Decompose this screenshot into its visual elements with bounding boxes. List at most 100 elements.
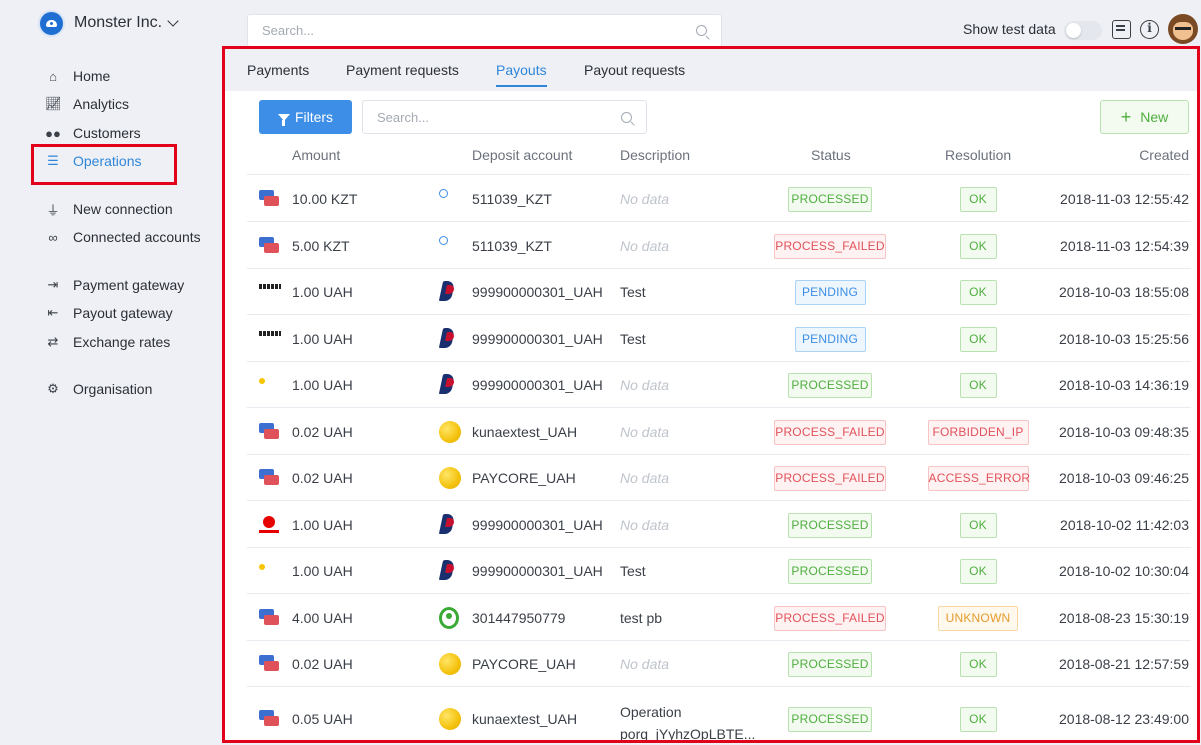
sidebar-item-connected-accounts[interactable]: ∞ Connected accounts [45, 227, 200, 247]
sidebar-item-payment-gateway[interactable]: ⇥ Payment gateway [45, 275, 185, 295]
resolution-badge: OK [959, 652, 997, 677]
resolution-badge: OK [959, 373, 997, 398]
sidebar-item-label: Home [73, 68, 111, 84]
info-icon[interactable]: i [1140, 20, 1159, 39]
sidebar-item-label: Organisation [73, 381, 153, 397]
description-cell: No data [620, 377, 670, 393]
org-name: Monster Inc. [74, 14, 163, 31]
table-row[interactable]: 0.02 UAH kunaextest_UAH No data PROCESS_FAI… [247, 407, 1191, 454]
tab-payout-requests[interactable]: Payout requests [584, 62, 685, 85]
lifecell-icon [259, 562, 281, 572]
status-badge: PROCESS_FAILED [774, 466, 886, 491]
table-row[interactable]: 1.00 UAH 999900000301_UAH Test PROCESSED OK 2… [247, 547, 1191, 593]
description-cell: No data [620, 190, 670, 207]
column-header-created[interactable]: Created [1139, 147, 1189, 163]
description-cell: Test [620, 284, 646, 300]
deposit-account-cell: 511039_KZT [472, 190, 552, 207]
tab-payouts[interactable]: Payouts [496, 62, 547, 87]
sidebar-item-analytics[interactable]: 📈︎ Analytics [45, 94, 129, 114]
sidebar-item-label: Payment gateway [73, 277, 185, 293]
show-test-data-toggle[interactable] [1064, 21, 1102, 40]
paypal-icon [439, 281, 459, 303]
tab-payments[interactable]: Payments [247, 62, 309, 85]
deposit-account-cell: 999900000301_UAH [472, 516, 603, 533]
org-logo-icon [38, 9, 65, 37]
payouts-content: Filters Search... + New Amount Deposit a… [247, 91, 1191, 742]
status-badge: PROCESSED [788, 707, 872, 732]
deposit-account-cell: 511039_KZT [472, 237, 552, 254]
description-cell: Operation porq_jYyhzOpLBTE... [620, 704, 756, 742]
deposit-account-cell: PAYCORE_UAH [472, 470, 576, 486]
sidebar-item-new-connection[interactable]: ⏚ New connection [45, 199, 173, 219]
sidebar-item-label: New connection [73, 201, 173, 217]
sidebar-item-home[interactable]: ⌂ Home [45, 66, 110, 86]
table-row[interactable]: 10.00 KZT 511039_KZT No data PROCESSED OK 201… [247, 174, 1191, 221]
table-row[interactable]: 1.00 UAH 999900000301_UAH No data PROCESSED… [247, 500, 1191, 547]
amount-cell: 5.00 KZT [292, 237, 350, 254]
amount-cell: 0.02 UAH [292, 656, 353, 672]
created-cell: 2018-10-02 10:30:04 [1059, 563, 1189, 579]
sidebar-item-operations[interactable]: ☰ Operations [45, 151, 141, 171]
sidebar: Monster Inc. ⌂ Home 📈︎ Analytics ●● Cust… [0, 0, 222, 745]
table-row[interactable]: 1.00 UAH 999900000301_UAH Test PENDING OK 201… [247, 314, 1191, 361]
table-row[interactable]: 0.02 UAH PAYCORE_UAH No data PROCESSED OK 201… [247, 640, 1191, 686]
table-row[interactable]: 0.05 UAH kunaextest_UAH Operation porq_jYy… [247, 686, 1191, 742]
avatar[interactable] [1168, 14, 1198, 44]
table-row[interactable]: 5.00 KZT 511039_KZT No data PROCESS_FAILED O… [247, 221, 1191, 268]
column-header-amount[interactable]: Amount [292, 147, 340, 163]
description-cell: No data [620, 656, 670, 672]
sidebar-item-payout-gateway[interactable]: ⇤ Payout gateway [45, 303, 173, 323]
org-switcher[interactable]: Monster Inc. [38, 9, 179, 37]
card-icon [259, 710, 279, 727]
payouts-search-input[interactable]: Search... [362, 100, 647, 134]
chat-icon[interactable] [1112, 20, 1131, 39]
users-icon: ●● [45, 125, 61, 141]
amount-cell: 4.00 UAH [292, 609, 353, 626]
created-cell: 2018-10-03 15:25:56 [1059, 330, 1189, 347]
created-cell: 2018-10-03 14:36:19 [1059, 377, 1189, 393]
deposit-account-cell: PAYCORE_UAH [472, 656, 576, 672]
table-row[interactable]: 1.00 UAH 999900000301_UAH Test PENDING OK 201… [247, 268, 1191, 314]
description-cell: test pb [620, 609, 663, 626]
column-header-description[interactable]: Description [620, 147, 690, 163]
exchange-icon: ⇄ [47, 334, 59, 349]
column-header-resolution[interactable]: Resolution [945, 147, 1011, 163]
column-header-deposit-account[interactable]: Deposit account [472, 147, 572, 163]
sidebar-item-exchange-rates[interactable]: ⇄ Exchange rates [45, 332, 171, 352]
sidebar-item-organisation[interactable]: ⚙ Organisation [45, 379, 152, 399]
deposit-account-cell: 999900000301_UAH [472, 330, 603, 347]
vodafone-icon [259, 515, 279, 538]
filters-label: Filters [294, 109, 334, 125]
plus-icon: + [1120, 107, 1132, 127]
column-header-status[interactable]: Status [811, 147, 851, 163]
amount-cell: 1.00 UAH [292, 284, 353, 300]
status-badge: PENDING [794, 326, 866, 352]
paypal-icon [439, 560, 459, 582]
new-button[interactable]: + New [1100, 100, 1189, 134]
coin-icon [439, 467, 461, 489]
card-icon [259, 469, 279, 486]
description-cell: No data [620, 470, 670, 486]
tab-payment-requests[interactable]: Payment requests [346, 62, 459, 85]
search-icon [621, 111, 632, 123]
filters-button[interactable]: Filters [259, 100, 352, 134]
coin-icon [439, 653, 461, 675]
amount-cell: 1.00 UAH [292, 516, 353, 533]
deposit-account-cell: 301447950779 [472, 609, 566, 626]
tabs: Payments Payment requests Payouts Payout… [225, 49, 1197, 91]
status-badge: PROCESS_FAILED [774, 419, 886, 445]
table-row[interactable]: 1.00 UAH 999900000301_UAH No data PROCESSED… [247, 361, 1191, 407]
wallet-icon [259, 330, 281, 338]
created-cell: 2018-11-03 12:55:42 [1060, 190, 1189, 207]
paypal-icon [439, 328, 459, 350]
created-cell: 2018-08-12 23:49:00 [1059, 711, 1189, 727]
sidebar-item-customers[interactable]: ●● Customers [45, 123, 141, 143]
new-label: New [1140, 109, 1169, 125]
search-icon [696, 25, 707, 36]
sidebar-item-label: Operations [73, 153, 142, 169]
resolution-badge: OK [959, 326, 997, 352]
global-search-input[interactable]: Search... [247, 14, 722, 47]
table-row[interactable]: 4.00 UAH 301447950779 test pb PROCESS_FAILE… [247, 593, 1191, 640]
table-row[interactable]: 0.02 UAH PAYCORE_UAH No data PROCESS_FAILED… [247, 454, 1191, 500]
deposit-account-cell: 999900000301_UAH [472, 563, 603, 579]
